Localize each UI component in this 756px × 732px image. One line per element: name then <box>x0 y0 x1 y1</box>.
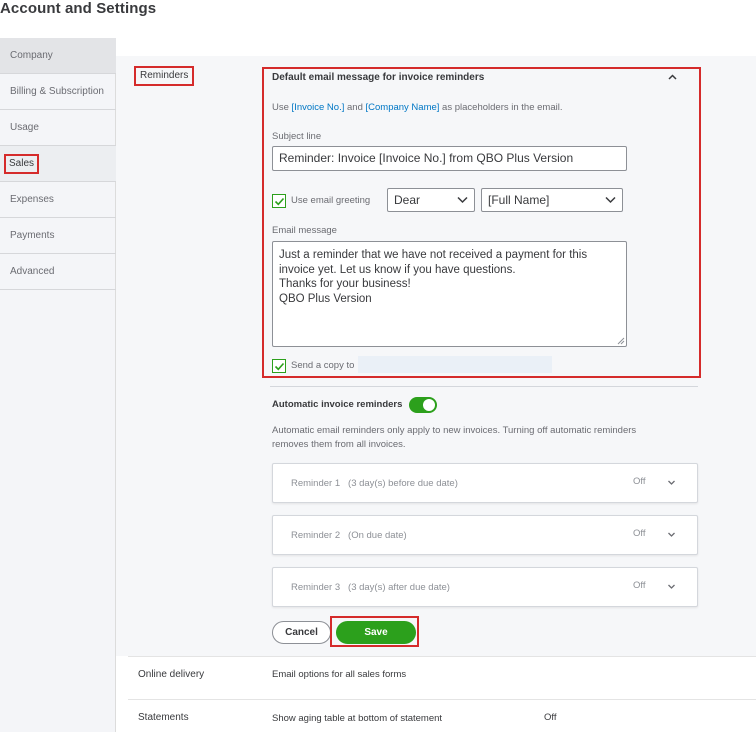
send-copy-email-field[interactable] <box>358 356 552 373</box>
sidebar-item-billing[interactable]: Billing & Subscription <box>0 74 116 110</box>
email-message-textarea[interactable]: Just a reminder that we have not receive… <box>272 241 627 347</box>
reminder-name: Reminder 3 <box>291 582 341 593</box>
reminder-card-title: Reminder 2 (On due date) <box>291 530 407 541</box>
row-divider <box>128 699 756 700</box>
subject-line-label: Subject line <box>272 131 322 142</box>
reminder-detail: (3 day(s) before due date) <box>348 478 458 489</box>
auto-reminders-note-line2: removes them from all invoices. <box>272 439 406 450</box>
sidebar-item-advanced[interactable]: Advanced <box>0 254 116 290</box>
email-message-label: Email message <box>272 225 337 236</box>
row-divider <box>128 656 756 657</box>
sidebar-item-label: Payments <box>10 230 55 241</box>
section-divider <box>270 386 698 387</box>
auto-reminders-toggle[interactable] <box>409 397 437 413</box>
subject-line-input[interactable]: Reminder: Invoice [Invoice No.] from QBO… <box>272 146 627 171</box>
sidebar-item-label: Sales <box>4 154 40 174</box>
statements-text: Show aging table at bottom of statement <box>272 713 443 724</box>
sidebar-item-label: Expenses <box>10 194 54 205</box>
checkmark-icon <box>274 362 285 371</box>
send-copy-checkbox[interactable] <box>272 359 286 373</box>
sidebar-item-sales[interactable]: Sales <box>0 146 116 182</box>
online-delivery-label[interactable]: Online delivery <box>138 669 204 680</box>
reminder-name: Reminder 2 <box>291 530 341 541</box>
save-button[interactable]: Save <box>336 621 416 644</box>
invoice-no-placeholder-link[interactable]: [Invoice No.] <box>292 102 345 113</box>
reminder-detail: (3 day(s) after due date) <box>348 582 450 593</box>
greeting-name-value: [Full Name] <box>488 193 550 207</box>
auto-reminders-note-line1: Automatic email reminders only apply to … <box>272 425 637 436</box>
placeholder-note-pre: Use <box>272 102 292 113</box>
reminder-card[interactable]: Reminder 2 (On due date) Off <box>272 515 698 555</box>
statements-aging-value: Off <box>544 712 557 723</box>
email-template-heading: Default email message for invoice remind… <box>272 72 485 83</box>
reminder-card[interactable]: Reminder 3 (3 day(s) after due date) Off <box>272 567 698 607</box>
auto-reminders-label: Automatic invoice reminders <box>272 399 403 410</box>
reminder-name: Reminder 1 <box>291 478 341 489</box>
reminder-status: Off <box>633 580 646 591</box>
reminders-section-label[interactable]: Reminders <box>134 66 195 86</box>
email-message-line: Thanks for your business! <box>279 278 411 290</box>
chevron-down-icon[interactable] <box>667 476 676 493</box>
online-delivery-text: Email options for all sales forms <box>272 669 407 680</box>
reminder-card-title: Reminder 1 (3 day(s) before due date) <box>291 478 458 489</box>
resize-grip-icon[interactable] <box>617 337 625 345</box>
placeholder-note-mid: and <box>344 102 366 113</box>
sidebar-item-usage[interactable]: Usage <box>0 110 116 146</box>
greeting-salutation-select[interactable]: Dear <box>387 188 475 212</box>
chevron-down-icon[interactable] <box>667 580 676 597</box>
send-copy-label: Send a copy to <box>291 360 355 371</box>
settings-sidebar: Company Billing & Subscription Usage Sal… <box>0 38 116 732</box>
sidebar-item-label: Billing & Subscription <box>10 86 104 97</box>
greeting-name-select[interactable]: [Full Name] <box>481 188 623 212</box>
greeting-salutation-value: Dear <box>394 193 421 207</box>
chevron-down-icon[interactable] <box>667 528 676 545</box>
email-message-line: Just a reminder that we have not receive… <box>279 249 588 261</box>
company-name-placeholder-link[interactable]: [Company Name] <box>366 102 440 113</box>
placeholder-note: Use [Invoice No.] and [Company Name] as … <box>272 102 562 113</box>
page-title: Account and Settings <box>0 0 157 17</box>
checkmark-icon <box>274 197 285 206</box>
sidebar-item-payments[interactable]: Payments <box>0 218 116 254</box>
sidebar-item-company[interactable]: Company <box>0 38 116 74</box>
sidebar-item-expenses[interactable]: Expenses <box>0 182 116 218</box>
sidebar-item-label: Advanced <box>10 266 55 277</box>
email-message-line: QBO Plus Version <box>279 292 372 305</box>
sidebar-item-label: Company <box>10 50 53 61</box>
collapse-caret-icon[interactable] <box>668 72 677 83</box>
sidebar-item-label: Usage <box>10 122 39 133</box>
use-greeting-checkbox[interactable] <box>272 194 286 208</box>
use-greeting-label: Use email greeting <box>291 195 371 206</box>
reminder-status: Off <box>633 528 646 539</box>
reminder-card[interactable]: Reminder 1 (3 day(s) before due date) Of… <box>272 463 698 503</box>
toggle-knob <box>423 399 435 411</box>
placeholder-note-post: as placeholders in the email. <box>439 102 563 113</box>
statements-label[interactable]: Statements <box>138 712 189 723</box>
reminder-status: Off <box>633 476 646 487</box>
cancel-button[interactable]: Cancel <box>272 621 331 644</box>
email-message-line: invoice yet. Let us know if you have que… <box>279 263 516 276</box>
chevron-down-icon <box>457 189 468 218</box>
reminder-detail: (On due date) <box>348 530 407 541</box>
reminder-card-title: Reminder 3 (3 day(s) after due date) <box>291 582 450 593</box>
chevron-down-icon <box>605 189 616 218</box>
